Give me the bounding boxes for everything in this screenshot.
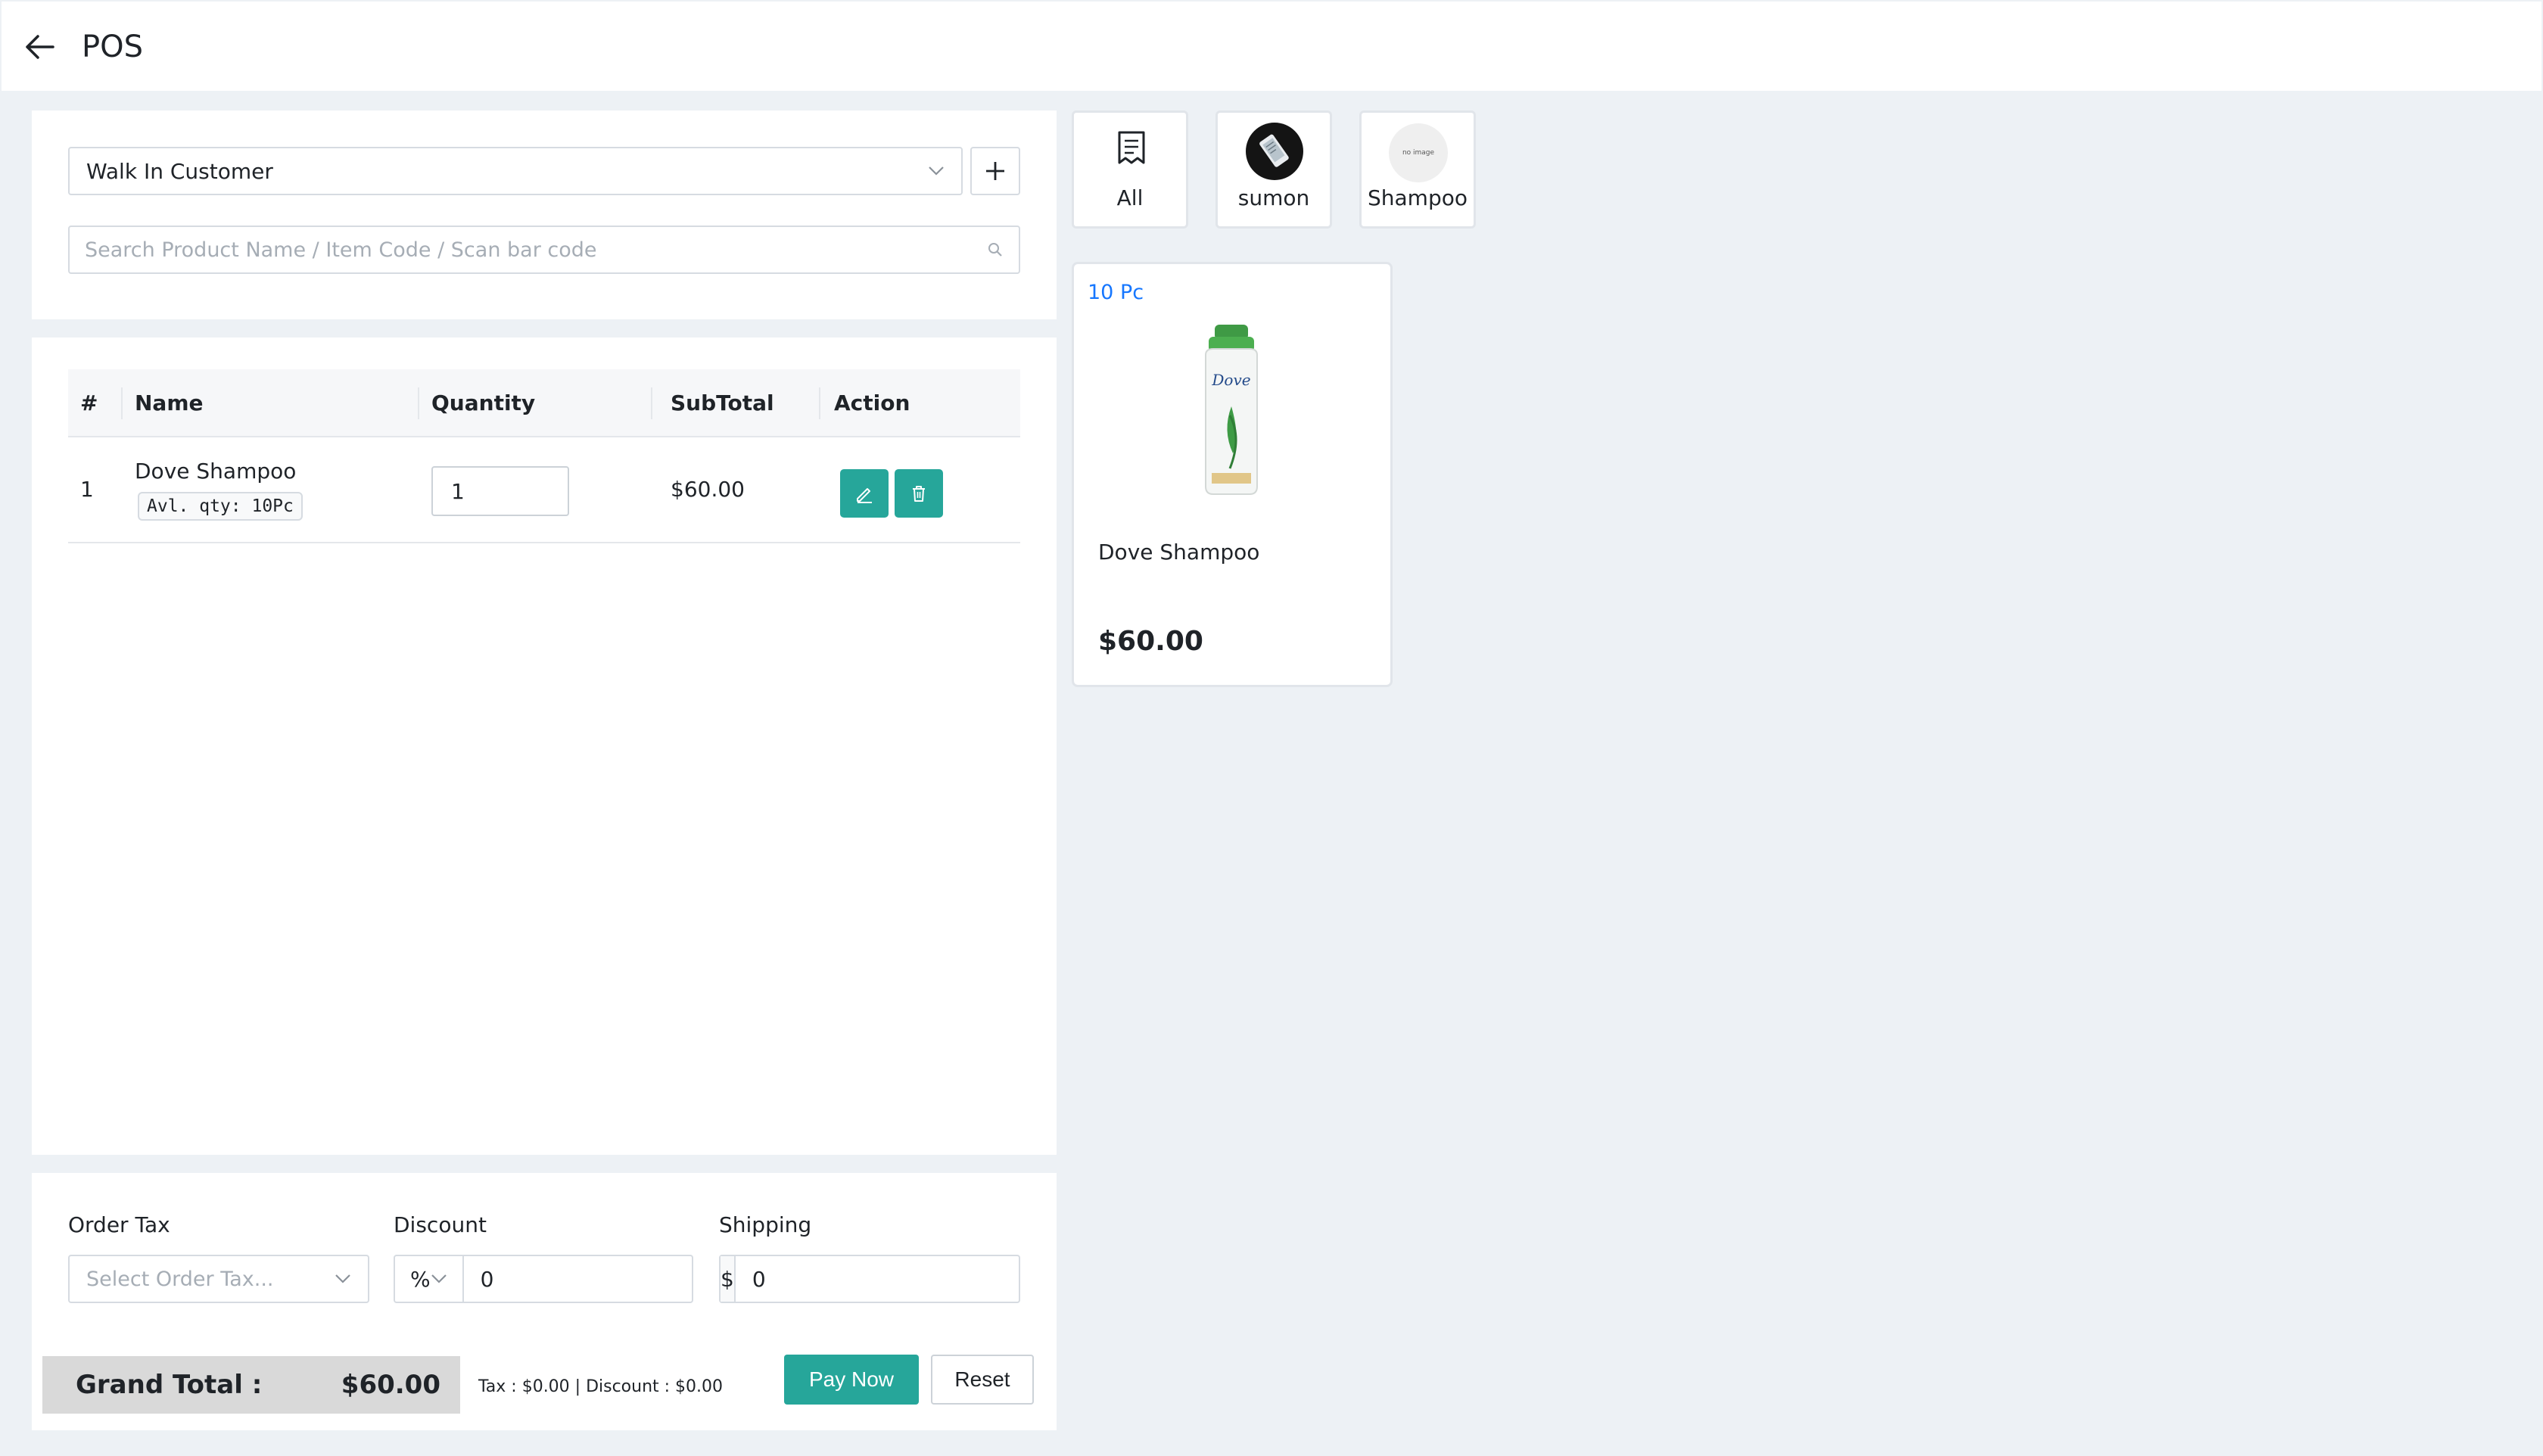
tax-discount-summary: Tax : $0.00 | Discount : $0.00	[478, 1377, 724, 1396]
order-tax-label: Order Tax	[68, 1212, 170, 1237]
category-label: sumon	[1237, 185, 1310, 210]
svg-text:Dove: Dove	[1211, 371, 1250, 389]
available-qty-badge: Avl. qty: 10Pc	[138, 492, 303, 521]
chevron-down-icon	[431, 1274, 447, 1283]
product-search	[68, 226, 1020, 274]
receipt-icon	[1118, 131, 1145, 164]
category-all[interactable]: All	[1072, 110, 1188, 229]
product-price: $60.00	[1098, 626, 1203, 657]
col-index: #	[80, 390, 98, 415]
row-index: 1	[80, 477, 94, 502]
col-subtotal: SubTotal	[671, 390, 774, 415]
category-label: All	[1116, 185, 1144, 210]
shipping-input[interactable]	[735, 1256, 1033, 1302]
quantity-input[interactable]	[431, 466, 569, 516]
shipping-group: $	[719, 1255, 1033, 1303]
trash-icon	[913, 486, 925, 502]
grand-total-value: $60.00	[341, 1370, 440, 1400]
cart-table-header: # Name Quantity SubTotal Action	[68, 369, 1020, 437]
discount-type-select[interactable]: %	[395, 1256, 464, 1302]
category-image	[1246, 123, 1303, 180]
row-product-name: Dove Shampoo	[135, 459, 297, 484]
customer-search-panel	[32, 110, 1057, 319]
column-divider	[651, 387, 652, 419]
search-icon[interactable]	[987, 241, 1004, 258]
product-name: Dove Shampoo	[1098, 540, 1260, 565]
chevron-down-icon	[929, 166, 944, 176]
product-search-input[interactable]	[85, 238, 987, 262]
customer-select[interactable]: Walk In Customer	[68, 147, 963, 195]
chevron-down-icon	[335, 1274, 350, 1283]
grand-total-label: Grand Total :	[76, 1370, 263, 1400]
back-arrow-icon[interactable]	[23, 32, 56, 62]
customer-select-value: Walk In Customer	[86, 158, 273, 184]
delete-item-button[interactable]	[895, 469, 943, 518]
discount-group: %	[394, 1255, 761, 1303]
plus-icon	[986, 162, 1004, 180]
pay-now-button[interactable]: Pay Now	[784, 1355, 919, 1405]
no-image-placeholder: no image	[1389, 123, 1448, 182]
add-customer-button[interactable]	[970, 147, 1020, 195]
grand-total-box: Grand Total : $60.00	[42, 1356, 460, 1414]
no-image-text: no image	[1402, 149, 1435, 157]
shipping-label: Shipping	[719, 1212, 812, 1237]
discount-input[interactable]	[463, 1256, 761, 1302]
stock-badge: 10 Pc	[1088, 281, 1144, 304]
row-subtotal: $60.00	[671, 477, 745, 502]
column-divider	[418, 387, 419, 419]
product-card[interactable]: 10 Pc Dove Dove Shampoo $60.00	[1072, 262, 1393, 687]
column-divider	[819, 387, 820, 419]
category-shampoo[interactable]: no image Shampoo	[1359, 110, 1476, 229]
column-divider	[121, 387, 123, 419]
order-tax-placeholder: Select Order Tax...	[86, 1267, 274, 1291]
pencil-icon	[857, 488, 872, 503]
top-header: POS	[2, 2, 2541, 91]
currency-prefix: $	[721, 1256, 736, 1302]
discount-label: Discount	[394, 1212, 487, 1237]
col-name: Name	[135, 390, 204, 415]
category-sumon[interactable]: sumon	[1215, 110, 1332, 229]
product-image: Dove	[1205, 325, 1258, 495]
order-tax-select[interactable]: Select Order Tax...	[68, 1255, 369, 1303]
table-row: 1 Dove Shampoo Avl. qty: 10Pc $60.00	[68, 439, 1020, 543]
col-quantity: Quantity	[431, 390, 536, 415]
page-title: POS	[82, 30, 143, 64]
category-label: Shampoo	[1368, 185, 1468, 210]
reset-button[interactable]: Reset	[931, 1355, 1034, 1405]
edit-item-button[interactable]	[840, 469, 889, 518]
col-action: Action	[834, 390, 910, 415]
discount-type-value: %	[410, 1266, 431, 1292]
